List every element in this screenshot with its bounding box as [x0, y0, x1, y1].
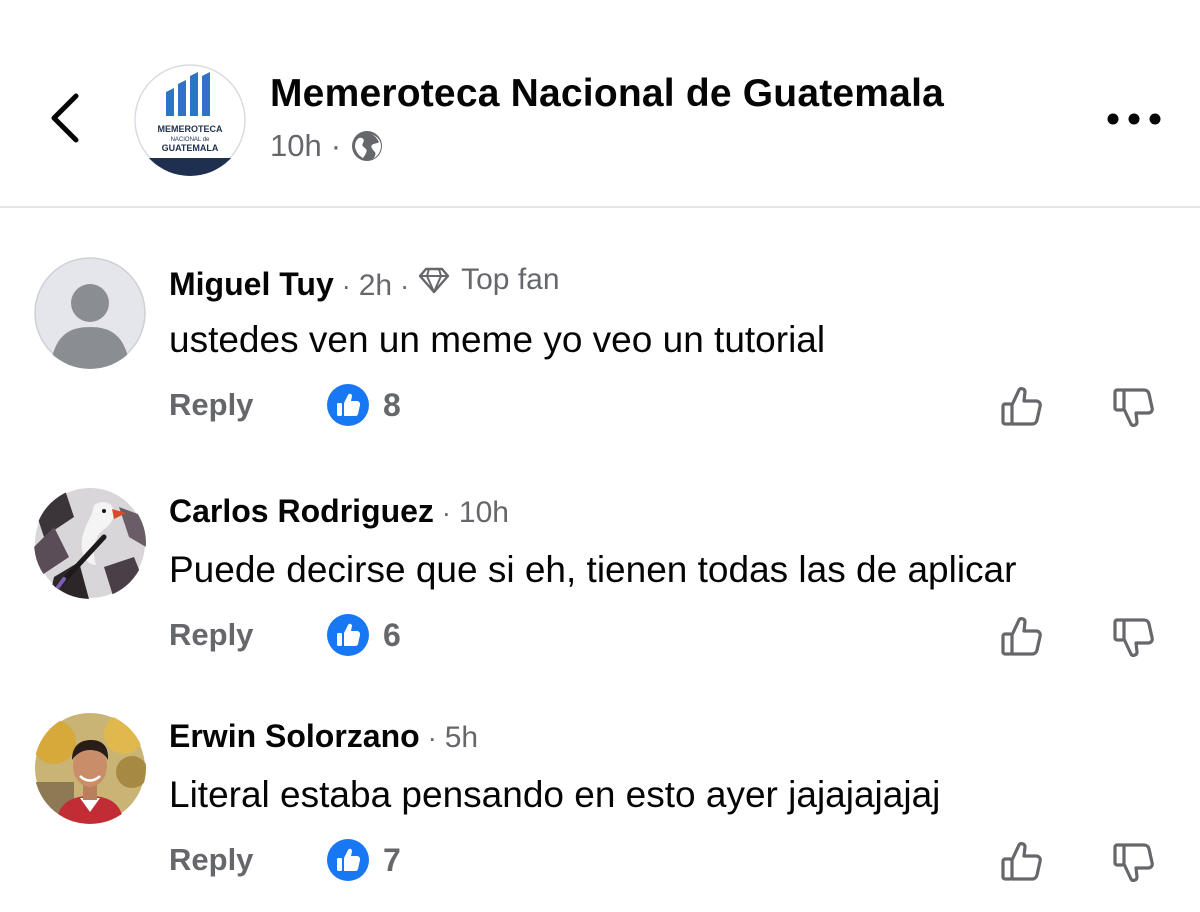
dislike-button[interactable]: [1110, 383, 1158, 431]
like-count: 6: [383, 616, 401, 653]
thumbs-up-icon: [1001, 387, 1042, 426]
avatar[interactable]: [34, 487, 146, 599]
comment-time[interactable]: 5h: [445, 721, 478, 755]
badge-label: Top fan: [461, 263, 560, 296]
like-summary[interactable]: 6: [326, 613, 401, 657]
comment-text: ustedes ven un meme yo veo un tutorial: [169, 319, 826, 360]
like-reaction-icon: [327, 614, 369, 656]
comment-time[interactable]: 10h: [459, 496, 509, 530]
like-count: 8: [383, 386, 401, 423]
comment-header: Erwin Solorzano · 5h: [169, 718, 478, 755]
commenter-name[interactable]: Miguel Tuy: [169, 266, 334, 303]
logo-line1: MEMEROTECA: [158, 124, 224, 134]
like-reaction-icon: [327, 384, 369, 426]
commenter-name[interactable]: Carlos Rodriguez: [169, 493, 434, 530]
comment-item: Miguel Tuy · 2h · Top fan ustedes ven un…: [0, 257, 1200, 457]
post-time[interactable]: 10h: [270, 128, 322, 164]
diamond-icon: [418, 267, 450, 294]
dislike-button[interactable]: [1110, 838, 1158, 886]
post-header: MEMEROTECA NACIONAL de GUATEMALA Memerot…: [0, 0, 1200, 207]
meta-separator: ·: [400, 271, 410, 301]
dislike-button[interactable]: [1110, 613, 1158, 661]
meta-separator: ·: [427, 723, 437, 753]
logo-line3: GUATEMALA: [162, 143, 219, 153]
page-logo[interactable]: MEMEROTECA NACIONAL de GUATEMALA: [134, 64, 246, 176]
comment-header: Carlos Rodriguez · 10h: [169, 493, 509, 530]
avatar[interactable]: [34, 257, 146, 369]
comment-item: Carlos Rodriguez · 10h Puede decirse que…: [0, 487, 1200, 687]
thumbs-down-icon: [1113, 618, 1154, 657]
meta-separator: ·: [441, 498, 451, 528]
like-reaction-icon: [327, 839, 369, 881]
header-divider: [0, 206, 1200, 208]
comment-time[interactable]: 2h: [359, 269, 392, 303]
top-fan-badge: Top fan: [417, 263, 560, 297]
like-count: 7: [383, 841, 401, 878]
back-button[interactable]: [40, 88, 90, 148]
comment-header: Miguel Tuy · 2h · Top fan: [169, 263, 560, 303]
like-summary[interactable]: 8: [326, 383, 401, 427]
more-button[interactable]: [1104, 104, 1164, 134]
meta-separator: ·: [341, 271, 351, 301]
thumbs-down-icon: [1113, 843, 1154, 882]
like-button[interactable]: [998, 613, 1046, 661]
more-horizontal-icon: [1107, 113, 1161, 125]
reply-button[interactable]: Reply: [169, 842, 253, 878]
comment-text: Puede decirse que si eh, tienen todas la…: [169, 549, 1017, 590]
page-name[interactable]: Memeroteca Nacional de Guatemala: [270, 72, 944, 116]
meta-separator: ·: [330, 128, 342, 163]
post-meta: 10h ·: [270, 127, 384, 165]
commenter-name[interactable]: Erwin Solorzano: [169, 718, 420, 755]
comment-item: Erwin Solorzano · 5h Literal estaba pens…: [0, 712, 1200, 912]
reply-button[interactable]: Reply: [169, 387, 253, 423]
like-button[interactable]: [998, 383, 1046, 431]
thumbs-up-icon: [1001, 842, 1042, 881]
thumbs-up-icon: [1001, 617, 1042, 656]
reply-button[interactable]: Reply: [169, 617, 253, 653]
comment-text: Literal estaba pensando en esto ayer jaj…: [169, 774, 941, 815]
globe-icon: [352, 131, 383, 161]
thumbs-down-icon: [1113, 388, 1154, 427]
chevron-left-icon: [51, 93, 79, 143]
avatar[interactable]: [34, 712, 146, 824]
like-summary[interactable]: 7: [326, 838, 401, 882]
like-button[interactable]: [998, 838, 1046, 886]
